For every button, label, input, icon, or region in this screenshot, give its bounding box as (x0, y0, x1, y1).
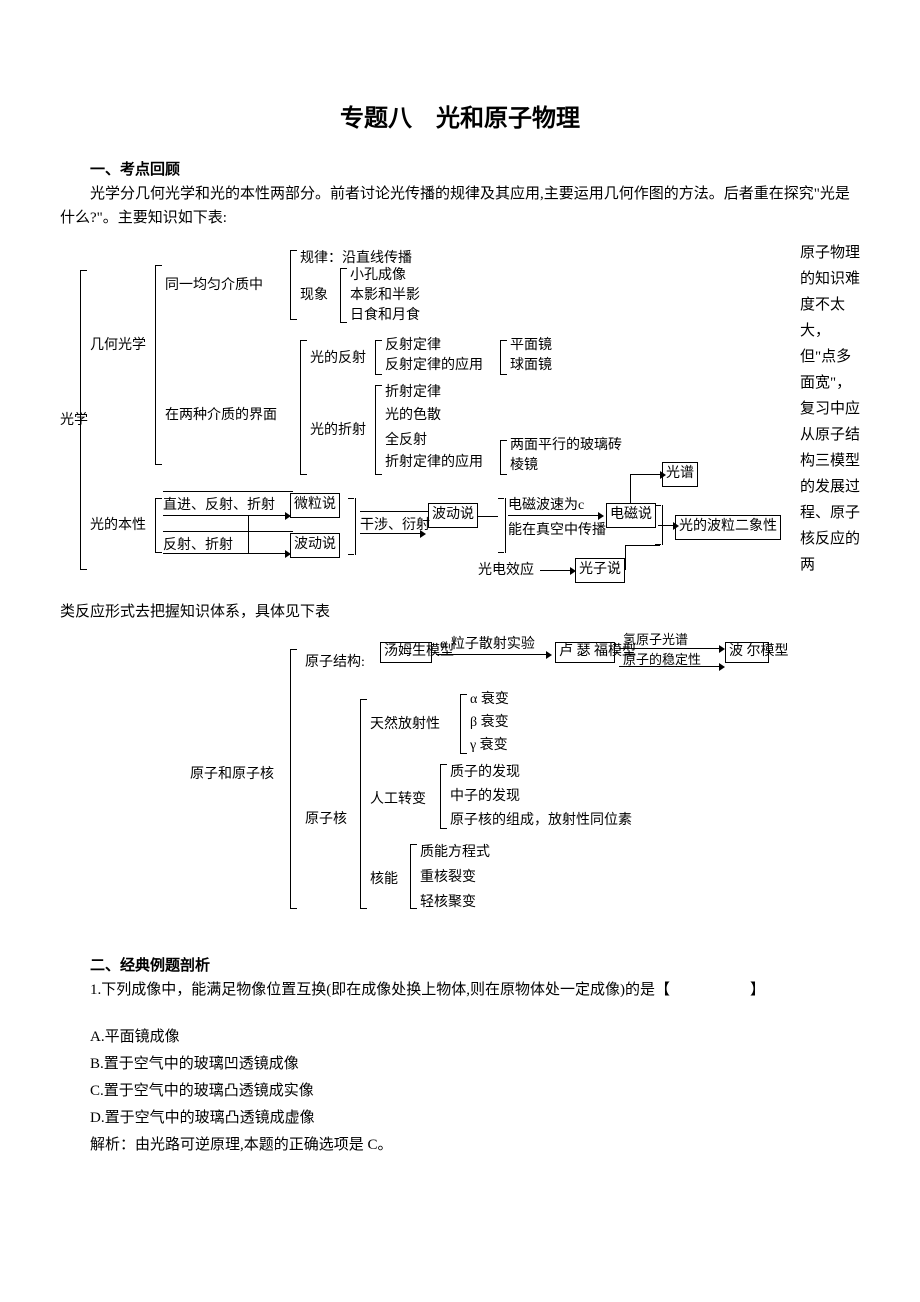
composition-label: 原子核的组成，放射性同位素 (450, 810, 632, 832)
section1-p1: 光学分几何光学和光的本性两部分。前者讨论光传播的规律及其应用,主要运用几何作图的… (60, 182, 860, 230)
proton-label: 质子的发现 (450, 762, 520, 784)
vacuum-label: 能在真空中传播 (508, 520, 606, 542)
bohr-box: 波 尔模型 (725, 642, 769, 662)
option-c: C.置于空气中的玻璃凸透镜成实像 (60, 1079, 860, 1103)
spectrum-box: 光谱 (662, 462, 698, 486)
rutherford-box: 卢 瑟 福模型 (555, 642, 615, 662)
option-b: B.置于空气中的玻璃凹透镜成像 (60, 1052, 860, 1076)
alpha-exp-label: α 粒子散射实验 (440, 634, 535, 656)
q1-stem: 1.下列成像中，能满足物像位置互换(即在成像处换上物体,则在原物体处一定成像)的… (90, 982, 670, 998)
natural-rad-label: 天然放射性 (370, 714, 440, 736)
medium-two-label: 在两种介质的界面 (165, 405, 277, 427)
reflect-label: 光的反射 (310, 348, 366, 370)
wave-box: 波动说 (290, 533, 340, 557)
geom-optics-label: 几何光学 (90, 335, 146, 357)
atom-root-label: 原子和原子核 (190, 764, 274, 786)
section2-heading: 二、经典例题剖析 (60, 954, 860, 978)
analysis-text: 解析：由光路可逆原理,本题的正确选项是 C。 (60, 1133, 860, 1157)
option-a: A.平面镜成像 (60, 1025, 860, 1049)
q1-end: 】 (750, 982, 765, 998)
mass-energy-label: 质能方程式 (420, 842, 490, 864)
alpha-decay-label: α 衰变 (470, 689, 509, 711)
path2-label: 反射、折射 (163, 535, 233, 557)
tree-root-label: 光学 (60, 410, 76, 432)
light-nature-label: 光的本性 (90, 515, 146, 537)
photon-box: 光子说 (575, 558, 625, 582)
particle-box: 微粒说 (290, 493, 340, 517)
nucleus-label: 原子核 (305, 809, 347, 831)
refract-label: 光的折射 (310, 420, 366, 442)
wave2-box: 波动说 (428, 503, 478, 527)
nuclear-energy-label: 核能 (370, 869, 398, 891)
bridge-text: 类反应形式去把握知识体系，具体见下表 (60, 600, 860, 624)
artificial-label: 人工转变 (370, 789, 426, 811)
right-column-text: 原子物理的知识难度不太大，但"点多面宽"，复习中应从原子结构三模型的发展过程、原… (800, 240, 860, 578)
duality-box: 光的波粒二象性 (675, 515, 781, 539)
dispersion-label: 光的色散 (385, 405, 441, 427)
page-title: 专题八 光和原子物理 (60, 100, 860, 138)
photoelectric-label: 光电效应 (478, 560, 534, 582)
beta-decay-label: β 衰变 (470, 712, 509, 734)
refract-law-label: 折射定律 (385, 382, 441, 404)
refract-app-label: 折射定律的应用 (385, 452, 483, 474)
phenom-label: 现象 (300, 285, 328, 307)
atom-struct-label: 原子结构: (305, 652, 365, 674)
h-spectrum-label: 氢原子光谱 (623, 630, 688, 651)
reflect-app-label: 反射定律的应用 (385, 355, 483, 377)
optics-tree: 原子物理的知识难度不太大，但"点多面宽"，复习中应从原子结构三模型的发展过程、原… (60, 240, 860, 590)
neutron-label: 中子的发现 (450, 786, 520, 808)
stability-label: 原子的稳定性 (623, 650, 701, 671)
q1-text: 1.下列成像中，能满足物像位置互换(即在成像处换上物体,则在原物体处一定成像)的… (60, 978, 860, 1002)
em-box: 电磁说 (606, 503, 656, 527)
section1-heading: 一、考点回顾 (60, 158, 860, 182)
gamma-decay-label: γ 衰变 (470, 735, 508, 757)
tir-label: 全反射 (385, 430, 427, 452)
eclipse-label: 日食和月食 (350, 305, 420, 327)
fusion-label: 轻核聚变 (420, 892, 476, 914)
fission-label: 重核裂变 (420, 867, 476, 889)
option-d: D.置于空气中的玻璃凸透镜成虚像 (60, 1106, 860, 1130)
atom-tree: 原子和原子核 原子结构: 汤姆生模型 α 粒子散射实验 卢 瑟 福模型 氢原子光… (60, 634, 860, 934)
medium-same-label: 同一均匀介质中 (165, 275, 263, 297)
thomson-box: 汤姆生模型 (380, 642, 432, 662)
prism-label: 棱镜 (510, 455, 538, 477)
sphere-mirror-label: 球面镜 (510, 355, 552, 377)
